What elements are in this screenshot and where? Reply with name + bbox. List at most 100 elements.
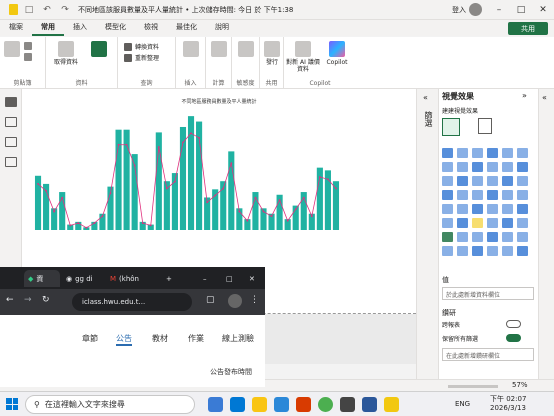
tab-file[interactable]: 檔案 <box>0 20 32 36</box>
edge-icon[interactable] <box>230 397 245 412</box>
visual-type-icon[interactable] <box>502 232 513 242</box>
visual-type-icon[interactable] <box>487 162 498 172</box>
visual-type-icon[interactable] <box>517 246 528 256</box>
new-measure-button[interactable] <box>211 41 227 59</box>
dax-view-icon[interactable] <box>5 157 17 167</box>
tab-view[interactable]: 檢視 <box>135 20 167 36</box>
nav-chapters[interactable]: 章節 <box>82 333 98 344</box>
visual-type-icon[interactable] <box>502 176 513 186</box>
close-button[interactable]: ✕ <box>249 270 255 287</box>
visual-type-icon[interactable] <box>457 246 468 256</box>
table-view-icon[interactable] <box>5 117 17 127</box>
sign-in-label[interactable]: 登入 <box>452 5 466 15</box>
visual-type-icon[interactable] <box>472 148 483 158</box>
visual-type-icon[interactable] <box>487 246 498 256</box>
nav-materials[interactable]: 教材 <box>152 333 168 344</box>
avatar[interactable] <box>469 3 482 16</box>
file-explorer-icon[interactable] <box>252 397 267 412</box>
paste-button[interactable] <box>4 41 20 59</box>
cut-button[interactable] <box>24 42 35 50</box>
tab-insert[interactable]: 插入 <box>64 20 96 36</box>
office-icon[interactable] <box>296 397 311 412</box>
word-icon[interactable] <box>362 397 377 412</box>
visual-type-icon[interactable] <box>502 218 513 228</box>
tab-optimize[interactable]: 最佳化 <box>167 20 206 36</box>
language-indicator[interactable]: ENG <box>455 400 470 408</box>
excel-button[interactable] <box>84 41 114 59</box>
visual-type-icon[interactable] <box>442 232 453 242</box>
nav-assignments[interactable]: 作業 <box>188 333 204 344</box>
power-bi-icon[interactable] <box>384 397 399 412</box>
visual-type-icon[interactable] <box>487 204 498 214</box>
nav-quizzes[interactable]: 線上測驗 <box>222 333 254 344</box>
share-button[interactable]: 共用 <box>508 22 548 35</box>
filters-pane-collapsed[interactable]: « 篩選 <box>416 89 438 379</box>
visual-type-icon[interactable] <box>472 190 483 200</box>
ai-button[interactable]: 對新 AI 議價資料 <box>286 41 320 73</box>
task-view-icon[interactable] <box>208 397 223 412</box>
visual-type-icon[interactable] <box>487 176 498 186</box>
visual-type-icon[interactable] <box>502 204 513 214</box>
menu-icon[interactable]: ⋮ <box>250 295 259 305</box>
visual-type-icon[interactable] <box>472 176 483 186</box>
visual-type-icon[interactable] <box>472 246 483 256</box>
tab-help[interactable]: 說明 <box>206 20 238 36</box>
visual-type-icon[interactable] <box>502 246 513 256</box>
save-icon[interactable]: □ <box>22 3 36 17</box>
publish-button[interactable]: 發行 <box>262 41 282 66</box>
new-tab-button[interactable]: + <box>166 270 172 287</box>
nav-announcements[interactable]: 公告 <box>116 333 132 346</box>
data-pane-collapsed[interactable]: « <box>538 89 554 379</box>
visual-type-icon[interactable] <box>457 218 468 228</box>
redo-icon[interactable]: ↷ <box>58 3 72 17</box>
copilot-button[interactable]: Copilot <box>322 41 352 66</box>
visual-type-icon[interactable] <box>502 190 513 200</box>
tab-modeling[interactable]: 模型化 <box>96 20 135 36</box>
sensitivity-button[interactable] <box>238 41 254 59</box>
visual-type-icon[interactable] <box>472 162 483 172</box>
app-icon[interactable] <box>340 397 355 412</box>
maximize-button[interactable]: □ <box>510 0 532 20</box>
build-visual-icon[interactable] <box>442 118 460 136</box>
zoom-slider[interactable] <box>448 385 498 388</box>
report-view-icon[interactable] <box>5 97 17 107</box>
visual-type-icon[interactable] <box>517 148 528 158</box>
visual-type-icon[interactable] <box>487 232 498 242</box>
tab-home[interactable]: 常用 <box>32 20 64 36</box>
minimize-button[interactable]: – <box>488 0 510 20</box>
visual-type-icon[interactable] <box>442 246 453 256</box>
format-visual-icon[interactable] <box>478 118 492 134</box>
drill-field-well[interactable]: 在此處新增鑽研欄位 <box>442 348 534 361</box>
browser-tab[interactable]: M (khôn <box>110 270 139 287</box>
store-icon[interactable] <box>274 397 289 412</box>
browser-tab[interactable]: ◉ gg di <box>66 270 93 287</box>
undo-icon[interactable]: ↶ <box>40 3 54 17</box>
refresh-button[interactable]: 重新整理 <box>124 53 159 62</box>
get-data-button[interactable]: 取得資料 <box>52 41 80 66</box>
expand-icon[interactable]: « <box>542 93 547 102</box>
visual-type-icon[interactable] <box>457 204 468 214</box>
profile-avatar[interactable] <box>228 294 242 308</box>
windows-start-icon[interactable] <box>6 398 18 410</box>
visual-type-icon[interactable] <box>517 204 528 214</box>
visual-type-icon[interactable] <box>517 218 528 228</box>
back-icon[interactable]: ← <box>6 295 14 305</box>
visual-type-icon[interactable] <box>442 190 453 200</box>
visual-type-icon[interactable] <box>442 176 453 186</box>
visual-type-icon[interactable] <box>472 218 483 228</box>
visual-type-icon[interactable] <box>457 190 468 200</box>
visual-type-icon[interactable] <box>457 232 468 242</box>
maximize-button[interactable]: □ <box>226 270 233 287</box>
collapse-icon[interactable]: » <box>522 91 527 100</box>
clock-date[interactable]: 2026/3/13 <box>490 404 526 412</box>
chrome-icon[interactable] <box>318 397 333 412</box>
extensions-icon[interactable]: ▢ <box>206 295 215 305</box>
taskbar-search[interactable]: ⚲ 在這裡輸入文字來搜尋 <box>25 395 195 414</box>
visual-type-icon[interactable] <box>457 176 468 186</box>
reload-icon[interactable]: ↻ <box>42 295 50 305</box>
visual-type-icon[interactable] <box>442 148 453 158</box>
visual-type-icon[interactable] <box>502 148 513 158</box>
visual-type-icon[interactable] <box>442 162 453 172</box>
visual-type-icon[interactable] <box>502 162 513 172</box>
keep-filters-toggle[interactable] <box>506 334 521 342</box>
